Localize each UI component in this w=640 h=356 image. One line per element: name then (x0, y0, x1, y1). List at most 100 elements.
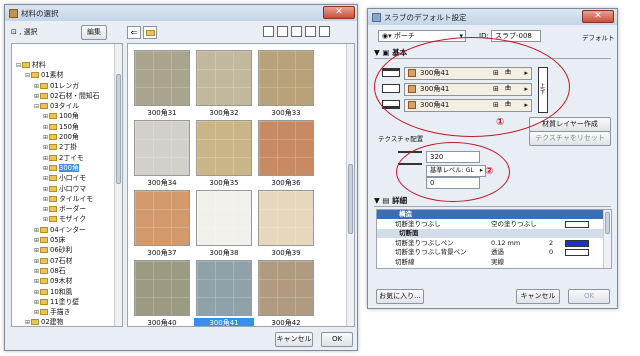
tree-item[interactable]: ⊞ 200角 (12, 132, 122, 142)
tree-item-label: 小口ウマ (59, 184, 87, 193)
back-arrow-icon[interactable]: ⇐ (127, 26, 141, 39)
favorites-button[interactable]: お気に入り... (376, 289, 424, 304)
tree-item[interactable]: ⊞ ボーダー (12, 204, 122, 214)
material-thumbnail[interactable] (196, 260, 252, 316)
tree-item[interactable]: ⊞ 06砂利 (12, 245, 122, 255)
folder-tree[interactable]: ⊟ 材料 ⊟ 01素材 ⊞ 01レンガ ⊞ 02石材・間知石 ⊟ 03タイル ⊞ 100角 ⊞ 150角 ⊞… (11, 43, 123, 327)
tree-item[interactable]: ⊞ 150角 (12, 122, 122, 132)
detail-row[interactable]: 切断線 実線 (377, 258, 603, 268)
material-thumbnail[interactable] (196, 120, 252, 176)
material-thumbnail[interactable] (258, 50, 314, 106)
tree-item[interactable]: ⊞ 手描き (12, 307, 122, 317)
tree-item[interactable]: ⊞ 05床 (12, 235, 122, 245)
tree-item[interactable]: ⊞ モザイク (12, 214, 122, 224)
thumbnail-label: 300角38 (209, 249, 239, 257)
ok-button[interactable]: OK (321, 332, 353, 347)
grid-scroll-thumb[interactable] (348, 164, 353, 234)
detail-row-label: 切断塗りつぶしペン (395, 238, 454, 247)
material-thumbnail[interactable] (134, 50, 190, 106)
folder-icon (49, 144, 57, 151)
edit-button[interactable]: 編集 (81, 25, 107, 40)
tree-item[interactable]: ⊞ 100角 (12, 111, 122, 121)
cancel-button[interactable]: キャンセル (275, 332, 313, 347)
view-preview-icon[interactable] (319, 26, 330, 37)
tree-item[interactable]: ⊞ 小口イモ (12, 173, 122, 183)
tree-item[interactable]: ⊟ 03タイル (12, 101, 122, 111)
material-thumbnail[interactable] (134, 120, 190, 176)
material-thumbnail[interactable] (258, 190, 314, 246)
view-details-icon[interactable] (291, 26, 302, 37)
folder-icon (49, 134, 57, 141)
material-thumbnail[interactable] (196, 190, 252, 246)
tree-item[interactable]: ⊞ 2丁掛 (12, 142, 122, 152)
tree-item[interactable]: ⊞ 09木材 (12, 276, 122, 286)
fill-swatch[interactable] (565, 220, 589, 228)
folder-icon (40, 82, 48, 89)
detail-row[interactable]: 切断塗りつぶしペン 0.12 mm 2 (377, 238, 603, 249)
pen-swatch[interactable] (565, 249, 589, 257)
tree-item-label: 09木材 (50, 277, 73, 286)
select-label[interactable]: 選択 (24, 28, 38, 36)
detail-section-header[interactable]: ▼ ▤ 詳細 (374, 195, 611, 206)
back-icon[interactable]: ⊡ (11, 28, 17, 36)
reset-texture-button[interactable]: テクスチャをリセット (529, 131, 611, 146)
tree-item-label: 300角 (59, 163, 79, 172)
detail-row-label: 切断塗りつぶし背景ペン (395, 248, 467, 257)
tree-item-label: 2丁イモ (59, 153, 84, 162)
tree-item[interactable]: ⊞ 02石材・間知石 (12, 91, 122, 101)
detail-row-value: 0.12 mm (491, 238, 521, 247)
thumbnail-grid[interactable]: 300角31 300角32 300角33 300角34 300角35 300角36 300角… (127, 43, 355, 327)
tree-item[interactable]: ⊞ 2丁イモ (12, 153, 122, 163)
view-large-icon[interactable] (305, 26, 316, 37)
detail-table[interactable]: 構造 切断塗りつぶし 空の塗りつぶし 切断面 切断塗りつぶしペン 0.12 mm 2 切断塗り… (376, 209, 612, 269)
tree-item-label: タイルイモ (59, 194, 93, 203)
title-bar: 材料の選択 (5, 5, 357, 21)
annotation-number-1: ① (496, 117, 505, 128)
material-thumbnail[interactable] (134, 260, 190, 316)
view-icons-icon[interactable] (263, 26, 274, 37)
close-button[interactable]: ✕ (323, 6, 355, 19)
close-button[interactable]: ✕ (582, 10, 614, 23)
tree-item[interactable]: ⊞ 300角 (12, 163, 122, 173)
thumbnail-label: 300角35 (209, 179, 239, 187)
folder-icon (49, 206, 57, 213)
layer-value: ポーチ (393, 32, 415, 40)
folder-icon (49, 164, 57, 171)
detail-row[interactable]: 切断塗りつぶし背景ペン 透過 0 (377, 248, 603, 258)
folder-icon[interactable] (143, 26, 157, 39)
tree-item[interactable]: ⊞ 10和風 (12, 287, 122, 297)
thumbnail-label: 300角40 (147, 319, 177, 327)
tree-item-label: ボーダー (59, 205, 87, 214)
detail-scrollbar[interactable] (603, 210, 611, 268)
detail-scroll-thumb[interactable] (605, 212, 610, 234)
tree-item-label: 02建物 (41, 318, 64, 327)
detail-row[interactable]: 切断塗りつぶし 空の塗りつぶし (377, 219, 603, 229)
tree-item[interactable]: ⊟ 01素材 (12, 70, 122, 80)
tree-item[interactable]: ⊞ 04インター (12, 225, 122, 235)
tree-item[interactable]: ⊟ 材料 (12, 60, 122, 70)
tree-item[interactable]: ⊞ 小口ウマ (12, 184, 122, 194)
material-thumbnail[interactable] (258, 120, 314, 176)
pen-swatch[interactable] (565, 239, 589, 247)
slab-icon (372, 12, 381, 22)
material-thumbnail[interactable] (134, 190, 190, 246)
window-title: スラブのデフォルト設定 (384, 12, 467, 22)
grid-scrollbar[interactable] (346, 44, 354, 326)
material-thumbnail[interactable] (258, 260, 314, 316)
tree-item[interactable]: ⊞ タイルイモ (12, 194, 122, 204)
tree-item[interactable]: ⊞ 01レンガ (12, 81, 122, 91)
tree-item[interactable]: ⊞ 07石材 (12, 256, 122, 266)
tree-item[interactable]: ⊞ 11塗り壁 (12, 297, 122, 307)
tree-scroll-thumb[interactable] (116, 74, 121, 184)
title-bar: スラブのデフォルト設定 (368, 9, 617, 25)
tree-item[interactable]: ⊞ 08石 (12, 266, 122, 276)
folder-icon (49, 113, 57, 120)
view-list-icon[interactable] (277, 26, 288, 37)
detail-group-row[interactable]: 構造 (377, 210, 603, 220)
tree-item[interactable]: ⊞ 02建物 (12, 317, 122, 327)
material-thumbnail[interactable] (196, 50, 252, 106)
tree-scrollbar[interactable] (114, 44, 122, 326)
cancel-button[interactable]: キャンセル (516, 289, 560, 304)
detail-group-row[interactable]: 切断面 (377, 229, 603, 239)
ok-button[interactable]: OK (568, 289, 610, 304)
